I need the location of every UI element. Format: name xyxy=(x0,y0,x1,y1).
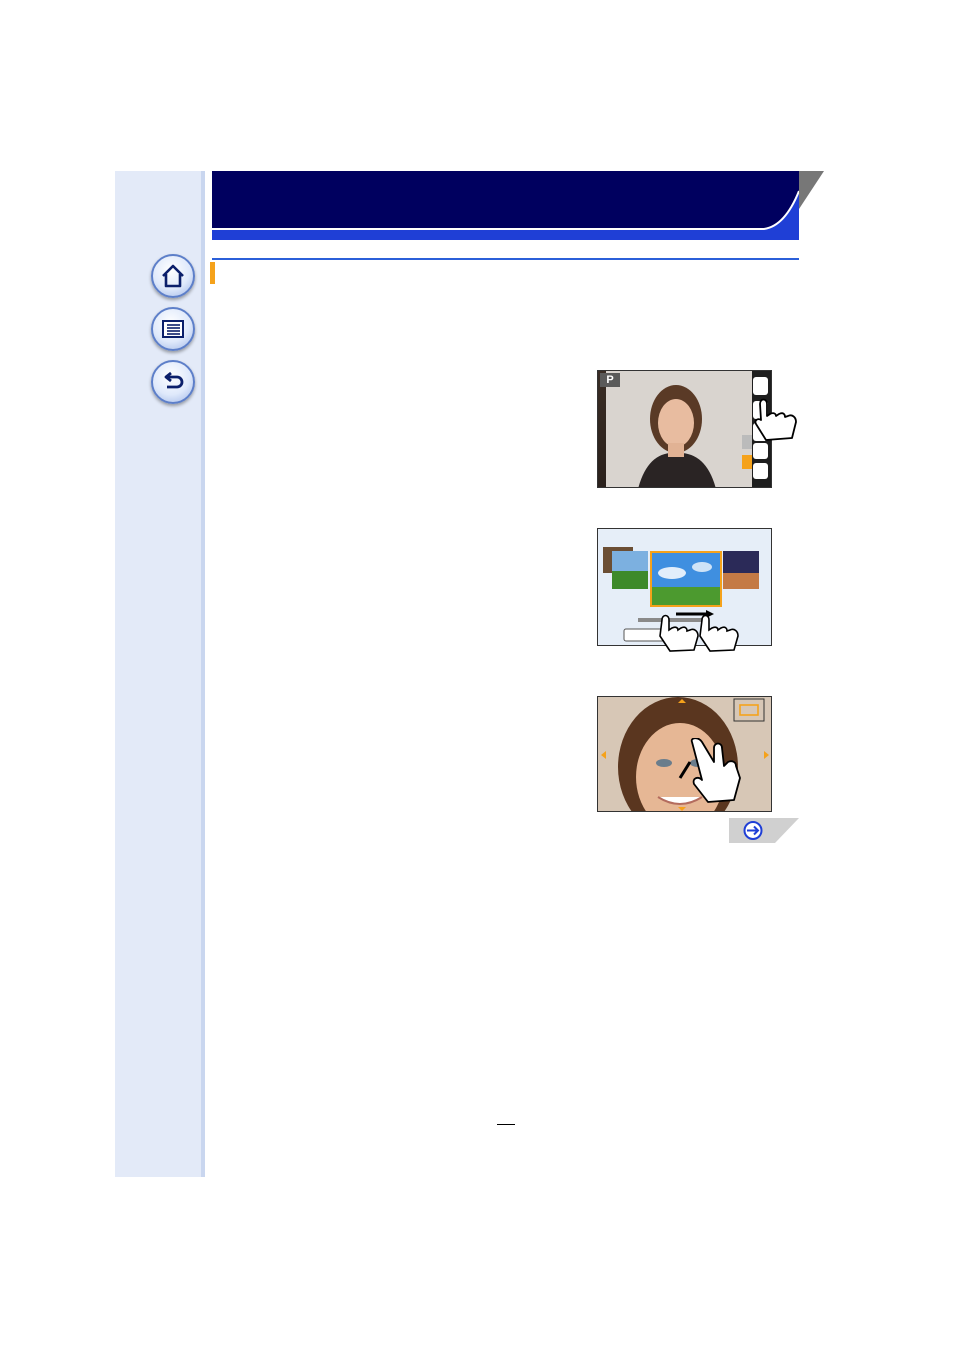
tab-marker-icon xyxy=(742,455,752,469)
tab-chevron-icon[interactable] xyxy=(742,435,752,449)
section-marker xyxy=(210,262,215,284)
swipe-hand-icon xyxy=(659,610,739,652)
sidebar-divider xyxy=(201,171,205,1177)
portrait-photo xyxy=(598,371,771,487)
chapter-header-band xyxy=(212,171,824,240)
home-button[interactable] xyxy=(151,254,195,298)
home-icon xyxy=(162,264,184,288)
contents-button[interactable] xyxy=(151,307,195,351)
touch-button-4[interactable] xyxy=(753,443,768,459)
touch-icon-screen: P xyxy=(597,370,772,488)
touch-hand-icon xyxy=(754,398,797,441)
list-icon xyxy=(162,320,184,338)
return-arrow-icon xyxy=(164,371,184,389)
section-rule xyxy=(212,258,799,260)
mode-label: P xyxy=(600,373,620,387)
next-page-button[interactable] xyxy=(729,818,799,843)
arrow-right-circle-icon xyxy=(743,821,763,840)
page-number-rule xyxy=(497,1124,515,1125)
pinch-hand-icon xyxy=(678,738,741,803)
touch-button-5[interactable] xyxy=(753,463,768,479)
back-button[interactable] xyxy=(151,360,195,404)
